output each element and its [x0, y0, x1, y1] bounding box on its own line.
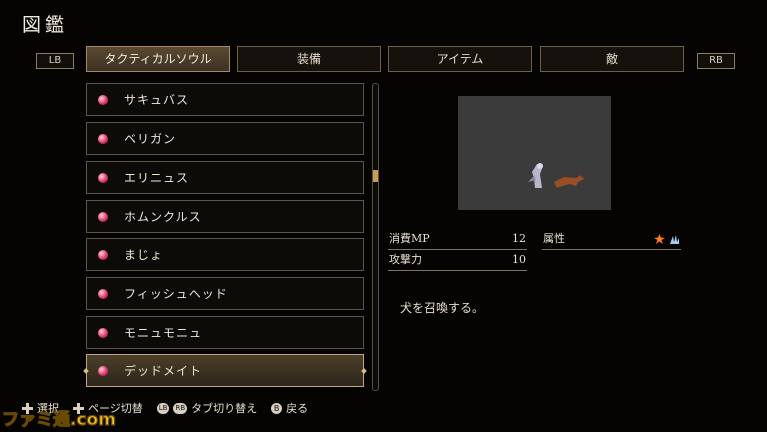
soul-gem-icon [98, 134, 108, 144]
list-item[interactable]: ホムンクルス [86, 200, 364, 233]
list-item-label: サキュバス [124, 93, 190, 107]
soul-gem-icon [98, 328, 108, 338]
dog-sprite-icon [554, 174, 584, 188]
mp-cost-row: 消費MP 12 [388, 229, 527, 250]
famitsu-watermark-logo: ファミ通.com [1, 409, 116, 430]
soul-description: 犬を召喚する。 [400, 301, 485, 315]
list-item[interactable]: まじょ [86, 238, 364, 271]
page-title: 図鑑 [22, 14, 69, 36]
soul-gem-icon [98, 95, 108, 105]
soul-gem-icon [98, 212, 108, 222]
list-item-label: デッドメイト [124, 364, 203, 378]
list-item[interactable]: モニュモニュ [86, 316, 364, 349]
tab-enemies[interactable]: 敵 [540, 46, 684, 72]
tab-tactical-soul[interactable]: タクティカルソウル [86, 46, 230, 72]
ice-icon [670, 234, 679, 244]
lb-icon: LB [156, 402, 170, 414]
stat-value: 10 [512, 253, 526, 266]
list-item[interactable]: エリニュス [86, 161, 364, 194]
tab-equipment[interactable]: 装備 [237, 46, 381, 72]
list-item-label: ホムンクルス [124, 210, 202, 224]
list-item[interactable]: ベリガン [86, 122, 364, 155]
fire-icon [654, 233, 665, 244]
tab-items[interactable]: アイテム [388, 46, 532, 72]
attribute-row: 属性 [542, 229, 681, 250]
soul-preview [458, 96, 611, 210]
b-button-icon: B [271, 402, 283, 414]
stat-label: 属性 [543, 232, 565, 245]
rb-icon: RB [173, 402, 188, 414]
list-item[interactable]: サキュバス [86, 83, 364, 116]
selection-marker-left-icon [83, 368, 89, 374]
selection-marker-right-icon [361, 368, 367, 374]
list-item-label: まじょ [124, 248, 164, 262]
list-item-label: フィッシュヘッド [124, 287, 228, 301]
witch-sprite-icon [528, 163, 543, 188]
stat-label: 消費MP [389, 232, 430, 245]
list-item-label: エリニュス [124, 171, 190, 185]
soul-gem-icon [98, 289, 108, 299]
list-item-selected[interactable]: デッドメイト [83, 354, 367, 387]
stat-value: 12 [512, 232, 526, 245]
soul-gem-icon [98, 173, 108, 183]
list-item-label: ベリガン [124, 132, 177, 146]
list-item[interactable]: フィッシュヘッド [86, 277, 364, 310]
guide-back-label: 戻る [286, 402, 309, 415]
guide-tab-switch-label: タブ切り替え [191, 402, 258, 415]
scrollbar-thumb[interactable] [373, 170, 378, 182]
soul-gem-icon [98, 250, 108, 260]
rb-button[interactable]: RB [697, 53, 735, 69]
list-item-label: モニュモニュ [124, 326, 203, 340]
lb-button[interactable]: LB [36, 53, 74, 69]
svg-text:ファミ通.com: ファミ通.com [2, 410, 116, 430]
attack-row: 攻撃力 10 [388, 250, 527, 271]
list-scrollbar[interactable] [372, 83, 379, 391]
soul-gem-icon [98, 366, 108, 376]
stat-label: 攻撃力 [389, 253, 422, 266]
summon-preview-sprite [528, 163, 584, 188]
attribute-icons [654, 229, 680, 249]
